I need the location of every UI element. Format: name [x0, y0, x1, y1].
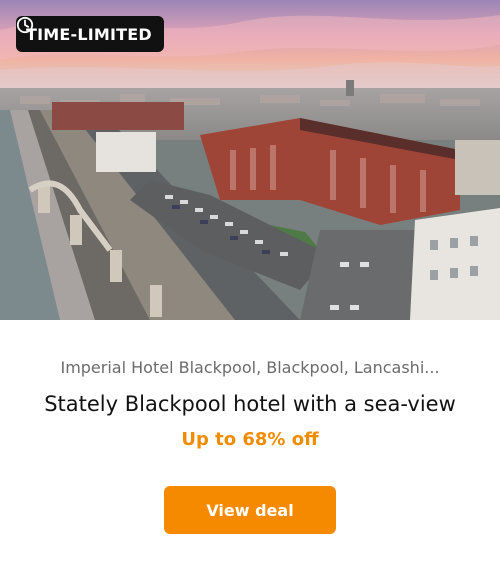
clock-icon	[16, 16, 34, 34]
hotel-photo[interactable]: TIME-LIMITED	[0, 0, 500, 320]
deal-title[interactable]: Stately Blackpool hotel with a sea-view	[0, 392, 500, 416]
discount-text: Up to 68% off	[181, 429, 319, 450]
view-deal-button[interactable]: View deal	[164, 486, 336, 534]
hotel-location: Imperial Hotel Blackpool, Blackpool, Lan…	[60, 358, 440, 377]
time-limited-badge: TIME-LIMITED	[16, 16, 164, 52]
badge-label: TIME-LIMITED	[26, 24, 152, 44]
deal-card[interactable]: TIME-LIMITED Imperial Hotel Blackpool, B…	[0, 0, 500, 569]
